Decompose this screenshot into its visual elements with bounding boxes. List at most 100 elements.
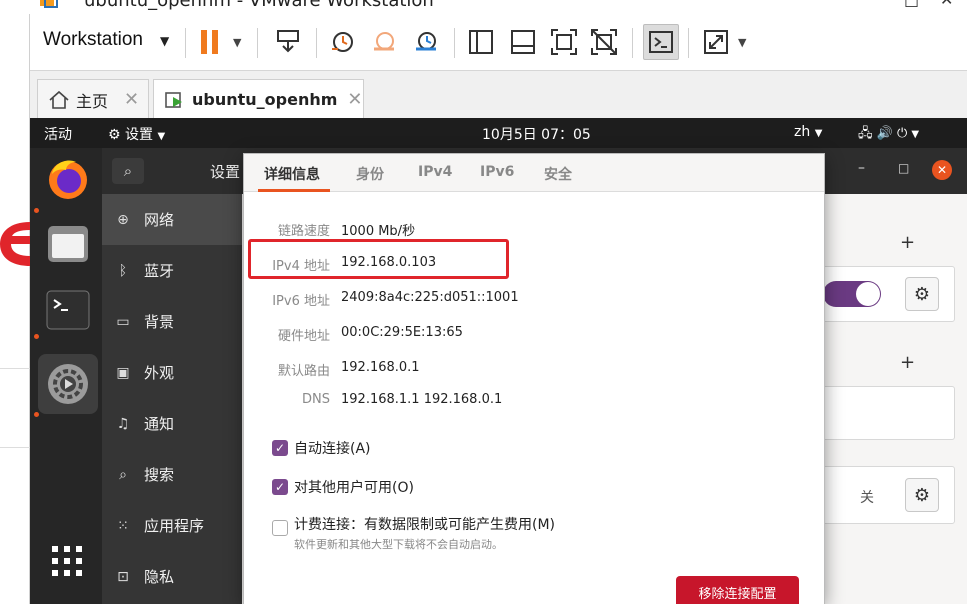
sidebar-item-bluetooth[interactable]: ᛒ 蓝牙 bbox=[102, 245, 242, 296]
revert-snapshot-icon bbox=[374, 32, 394, 51]
tab-details[interactable]: 详细信息 bbox=[264, 164, 320, 184]
proxy-status: 关 bbox=[860, 490, 874, 506]
dock-files[interactable] bbox=[38, 214, 98, 274]
bluetooth-icon: ᛒ bbox=[118, 262, 128, 279]
maximize-button[interactable]: □ bbox=[898, 161, 909, 175]
add-vpn-button[interactable]: + bbox=[900, 352, 915, 373]
firefox-icon bbox=[49, 160, 87, 199]
snapshot-manager-button[interactable] bbox=[408, 24, 444, 60]
snapshot-clock-icon bbox=[332, 32, 353, 52]
toolbar-separator bbox=[257, 28, 258, 58]
highlight-annotation-box bbox=[248, 239, 509, 279]
toggle-knob bbox=[856, 282, 880, 306]
workstation-menu-caret-icon[interactable]: ▼ bbox=[160, 34, 169, 48]
active-tab-indicator bbox=[258, 189, 330, 192]
dock-firefox[interactable] bbox=[38, 148, 98, 208]
gear-icon: ⚙ bbox=[108, 127, 121, 143]
sidebar-item-appearance[interactable]: ▣ 外观 bbox=[102, 347, 242, 398]
sidebar-item-background[interactable]: ▭ 背景 bbox=[102, 296, 242, 347]
pause-dropdown-icon[interactable]: ▼ bbox=[233, 36, 241, 49]
auto-connect-checkbox[interactable]: ✓ 自动连接(A) bbox=[272, 438, 371, 458]
window-title-bar: ubuntu_openhm - VMware Workstation □ ✕ bbox=[0, 0, 967, 14]
tab-ubuntu-openhm[interactable]: ubuntu_openhm ✕ bbox=[153, 79, 364, 119]
stretch-dropdown-icon[interactable]: ▼ bbox=[738, 36, 746, 49]
stretch-icon bbox=[704, 30, 728, 54]
tab-ipv4[interactable]: IPv4 bbox=[418, 164, 452, 180]
send-ctrl-alt-del-icon bbox=[277, 30, 299, 53]
appearance-icon: ▣ bbox=[116, 364, 130, 381]
add-connection-button[interactable]: + bbox=[900, 232, 915, 253]
show-library-button[interactable] bbox=[463, 24, 499, 60]
dock-terminal[interactable] bbox=[38, 280, 98, 340]
show-thumbnail-button[interactable] bbox=[505, 24, 541, 60]
pause-icon bbox=[201, 30, 218, 54]
full-screen-icon bbox=[551, 29, 577, 55]
chevron-down-icon: ▼ bbox=[814, 128, 823, 139]
unchecked-box-icon bbox=[272, 520, 288, 536]
close-settings-button[interactable]: ✕ bbox=[932, 160, 952, 180]
files-folder-icon bbox=[48, 226, 88, 262]
unity-mode-button[interactable] bbox=[586, 24, 622, 60]
settings-title: 设置 bbox=[210, 163, 241, 181]
clock[interactable]: 10月5日 07：05 bbox=[482, 124, 591, 144]
tab-security[interactable]: 安全 bbox=[544, 164, 572, 184]
restore-window-button[interactable]: □ bbox=[904, 0, 919, 9]
gear-icon: ⚙ bbox=[913, 283, 931, 305]
console-view-button[interactable] bbox=[643, 24, 679, 60]
console-icon bbox=[649, 31, 673, 53]
toolbar-separator bbox=[688, 28, 689, 58]
settings-sidebar: ⊕ 网络 ᛒ 蓝牙 ▭ 背景 ▣ 外观 ♫ 通知 ⌕ 搜索 ⁙ 应用程序 ⊡ 隐私 bbox=[102, 194, 242, 604]
snapshot-button[interactable] bbox=[324, 24, 360, 60]
system-status-menu[interactable]: 🖧 🔊 ⏻ ▼ bbox=[858, 124, 919, 146]
guest-screen[interactable]: 活动 ⚙ 设置 ▼ 10月5日 07：05 zh ▼ 🖧 🔊 ⏻ ▼ ⌕ 设置 … bbox=[30, 118, 967, 604]
wired-settings-button[interactable]: ⚙ bbox=[905, 277, 939, 311]
notification-bell-icon: ♫ bbox=[116, 415, 130, 432]
sidebar-item-network[interactable]: ⊕ 网络 bbox=[102, 194, 242, 245]
toolbar-separator bbox=[316, 28, 317, 58]
unity-mode-icon bbox=[591, 29, 617, 55]
minimize-button[interactable]: – bbox=[858, 160, 865, 176]
available-to-all-users-checkbox[interactable]: ✓ 对其他用户可用(O) bbox=[272, 477, 414, 497]
chevron-down-icon: ▼ bbox=[157, 131, 166, 142]
remove-connection-button[interactable]: 移除连接配置 bbox=[676, 576, 799, 604]
toolbar-separator bbox=[632, 28, 633, 58]
power-icon: ⏻ bbox=[896, 126, 908, 141]
sidebar-item-privacy[interactable]: ⊡ 隐私 bbox=[102, 551, 242, 602]
tab-identity[interactable]: 身份 bbox=[356, 164, 384, 184]
full-screen-button[interactable] bbox=[546, 24, 582, 60]
settings-app-menu[interactable]: ⚙ 设置 ▼ bbox=[108, 124, 165, 144]
toolbar-separator bbox=[454, 28, 455, 58]
close-tab-icon[interactable]: ✕ bbox=[124, 89, 139, 110]
app-grid-icon bbox=[52, 546, 82, 576]
proxy-settings-button[interactable]: ⚙ bbox=[905, 478, 939, 512]
volume-icon: 🔊 bbox=[876, 126, 893, 141]
close-window-button[interactable]: ✕ bbox=[940, 0, 953, 9]
show-applications-button[interactable] bbox=[50, 544, 84, 578]
running-indicator bbox=[34, 412, 39, 417]
terminal-icon bbox=[46, 290, 90, 330]
snapshot-manager-icon bbox=[416, 32, 436, 51]
network-wired-icon: 🖧 bbox=[858, 126, 873, 141]
metered-connection-checkbox[interactable]: 计费连接：有数据限制或可能产生费用(M) 软件更新和其他大型下载将不会自动启动。 bbox=[272, 514, 555, 552]
workstation-menu[interactable]: Workstation bbox=[43, 29, 143, 51]
sidebar-item-notifications[interactable]: ♫ 通知 bbox=[102, 398, 242, 449]
background-icon: ▭ bbox=[116, 313, 130, 330]
sidebar-item-search[interactable]: ⌕ 搜索 bbox=[102, 449, 242, 500]
send-keys-button[interactable] bbox=[270, 24, 306, 60]
settings-search-button[interactable]: ⌕ bbox=[112, 158, 144, 184]
sidebar-item-applications[interactable]: ⁙ 应用程序 bbox=[102, 500, 242, 551]
dialog-tab-bar: 详细信息 身份 IPv4 IPv6 安全 bbox=[244, 154, 824, 192]
tab-home-label: 主页 bbox=[76, 91, 109, 111]
pause-button[interactable] bbox=[192, 24, 228, 60]
input-method-menu[interactable]: zh ▼ bbox=[794, 124, 822, 140]
tab-home[interactable]: 主页 ✕ bbox=[37, 79, 149, 119]
revert-snapshot-button[interactable] bbox=[366, 24, 402, 60]
wired-toggle-switch[interactable] bbox=[823, 281, 881, 307]
checkmark-icon: ✓ bbox=[272, 479, 288, 495]
checkmark-icon: ✓ bbox=[272, 440, 288, 456]
activities-button[interactable]: 活动 bbox=[44, 124, 72, 144]
tab-ipv6[interactable]: IPv6 bbox=[480, 164, 514, 180]
close-tab-icon[interactable]: ✕ bbox=[347, 89, 362, 110]
dock-settings[interactable] bbox=[38, 354, 98, 414]
stretch-view-button[interactable] bbox=[698, 24, 734, 60]
